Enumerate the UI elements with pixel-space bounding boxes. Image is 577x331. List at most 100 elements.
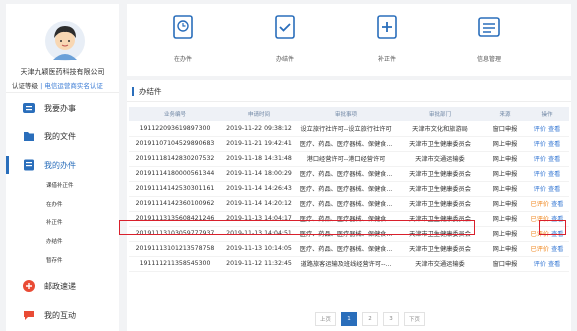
cell-item: 医疗、药品、医疗器械、保健食... [297, 241, 395, 257]
cell-time: 2019-11-21 19:42:41 [221, 136, 297, 152]
view-link[interactable]: 查看 [548, 171, 560, 178]
cert-link[interactable]: | 电信运营商实名认证 [40, 82, 103, 90]
company-name: 天津九颖医药科技有限公司 [20, 68, 105, 76]
nav-label: 我的互动 [44, 310, 76, 320]
subnav-item[interactable]: 课借补正件 [46, 181, 74, 189]
nav-label: 我的办件 [44, 160, 76, 170]
card-label: 信息管理 [476, 56, 501, 63]
cell-item: 港口经营许可--港口经营许可 [297, 151, 395, 167]
panel-divider [127, 101, 571, 102]
rate-link[interactable]: 评价 [534, 156, 546, 163]
nav-label: 我要办事 [44, 103, 76, 113]
prev-page-button[interactable]: 上页 [315, 312, 337, 326]
pending-doc-icon [173, 15, 193, 39]
cell-source: 网上申报 [485, 181, 525, 197]
next-page-button[interactable]: 下页 [404, 312, 426, 326]
col-header-id: 业务编号 [129, 107, 221, 121]
view-link[interactable]: 查看 [548, 141, 560, 148]
rate-link[interactable]: 评价 [534, 126, 546, 133]
cell-actions: 评价 查看 [525, 121, 569, 137]
nav-item-files[interactable]: 我的文件 [6, 126, 119, 146]
cell-source: 网上申报 [485, 196, 525, 212]
cell-time: 2019-11-14 18:00:29 [221, 166, 297, 182]
table-row: 20191114142530301161 2019-11-14 14:26:43 医… [129, 181, 569, 197]
cell-id: 20191114142530301161 [129, 181, 221, 197]
table-row: 20191113101213578758 2019-11-13 10:14:05 医… [129, 241, 569, 257]
view-link[interactable]: 查看 [548, 261, 560, 268]
cell-source: 窗口申报 [485, 121, 525, 137]
view-link[interactable]: 查看 [551, 246, 563, 253]
card-done[interactable]: 办结件 [255, 14, 315, 63]
cell-actions: 评价 查看 [525, 136, 569, 152]
subnav-item-pending[interactable]: 在办件 [46, 200, 63, 208]
rated-link[interactable]: 已评价 [531, 246, 550, 253]
cell-actions: 已评价 查看 [525, 241, 569, 257]
table-header-row: 业务编号 申请时间 审批事项 审批部门 来源 操作 [129, 107, 569, 121]
nav-label: 邮政速递 [44, 281, 76, 291]
cell-item: 医疗、药品、医疗器械、保健食... [297, 166, 395, 182]
cell-dept: 天津市卫生健康委员会 [395, 136, 485, 152]
table-row: 20191114180000561344 2019-11-14 18:00:29 医… [129, 166, 569, 182]
nav-item-my-cases[interactable]: 我的办件 [6, 155, 119, 175]
cell-source: 网上申报 [485, 241, 525, 257]
cell-item: 设立旅行社许可--设立旅行社许可 [297, 121, 395, 137]
page-button-3[interactable]: 3 [383, 312, 400, 326]
cell-time: 2019-11-12 11:32:45 [221, 256, 297, 272]
postal-icon [22, 279, 36, 293]
view-link[interactable]: 查看 [548, 156, 560, 163]
page-button-2[interactable]: 2 [362, 312, 379, 326]
cell-time: 2019-11-14 14:26:43 [221, 181, 297, 197]
rate-link[interactable]: 评价 [534, 186, 546, 193]
table-row: 191122093619897300 2019-11-22 09:38:12 设立旅… [129, 121, 569, 137]
supplement-doc-icon [377, 15, 397, 39]
rate-link[interactable]: 评价 [534, 261, 546, 268]
subnav-item-done[interactable]: 办结件 [46, 237, 63, 245]
chat-icon [22, 308, 36, 322]
col-header-item: 审批事项 [297, 107, 395, 121]
cell-id: 20191114180000561344 [129, 166, 221, 182]
nav-item-services[interactable]: 我要办事 [6, 98, 119, 118]
card-supplement[interactable]: 补正件 [357, 14, 417, 63]
card-info-manage[interactable]: 信息管理 [459, 14, 519, 63]
cell-actions: 评价 查看 [525, 256, 569, 272]
rate-link[interactable]: 评价 [534, 141, 546, 148]
cell-dept: 天津市交通运输委 [395, 151, 485, 167]
cell-item: 医疗、药品、医疗器械、保健食... [297, 196, 395, 212]
page-button-1[interactable]: 1 [341, 312, 358, 326]
services-icon [22, 101, 36, 115]
rated-link[interactable]: 已评价 [531, 201, 550, 208]
nav-item-postal[interactable]: 邮政速递 [6, 276, 119, 296]
quick-cards: 在办件 办结件 补正件 信息管理 [127, 4, 571, 76]
card-pending[interactable]: 在办件 [153, 14, 213, 63]
subnav-item-supplement[interactable]: 补正件 [46, 218, 63, 226]
panel-title: 办结件 [132, 87, 162, 96]
cell-source: 网上申报 [485, 226, 525, 242]
cell-actions: 评价 查看 [525, 181, 569, 197]
subnav-item-draft[interactable]: 暂存件 [46, 256, 63, 264]
cell-id: 20191113101213578758 [129, 241, 221, 257]
highlight-box-row [119, 220, 475, 235]
cases-table: 业务编号 申请时间 审批事项 审批部门 来源 操作 19112209361989… [129, 107, 569, 272]
info-manage-icon [478, 17, 500, 37]
cell-id: 20191107104529890683 [129, 136, 221, 152]
cell-dept: 天津市交通运输委 [395, 256, 485, 272]
cell-id: 20191118142830207532 [129, 151, 221, 167]
nav-label: 我的文件 [44, 131, 76, 141]
rate-link[interactable]: 评价 [534, 171, 546, 178]
table-row: 20191107104529890683 2019-11-21 19:42:41 医… [129, 136, 569, 152]
view-link[interactable]: 查看 [548, 186, 560, 193]
cell-item: 道路旅客运输及班线经营许可--... [297, 256, 395, 272]
cell-dept: 天津市文化和旅游局 [395, 121, 485, 137]
col-header-dept: 审批部门 [395, 107, 485, 121]
view-link[interactable]: 查看 [548, 126, 560, 133]
cell-actions: 已评价 查看 [525, 196, 569, 212]
done-cases-panel: 办结件 业务编号 申请时间 审批事项 审批部门 来源 操作 1911220936… [119, 80, 571, 331]
cell-time: 2019-11-18 14:31:48 [221, 151, 297, 167]
col-header-source: 来源 [485, 107, 525, 121]
cell-item: 医疗、药品、医疗器械、保健食... [297, 181, 395, 197]
cell-actions: 评价 查看 [525, 166, 569, 182]
cell-time: 2019-11-14 14:20:12 [221, 196, 297, 212]
nav-item-interaction[interactable]: 我的互动 [6, 305, 119, 325]
view-link[interactable]: 查看 [551, 201, 563, 208]
sidebar: 天津九颖医药科技有限公司 认证等级 | 电信运营商实名认证 我要办事 我的文件 … [6, 4, 119, 331]
